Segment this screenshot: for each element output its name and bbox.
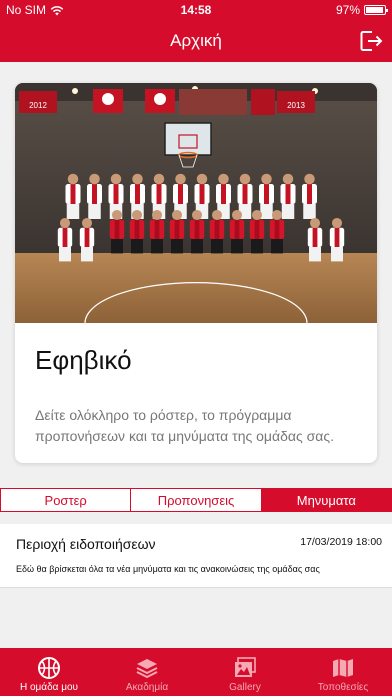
layers-icon [136, 659, 158, 679]
battery-fill [366, 7, 384, 13]
tab-gallery[interactable]: Gallery [196, 648, 294, 696]
map-icon [333, 659, 353, 677]
tab-academy[interactable]: Ακαδημία [98, 648, 196, 696]
message-row[interactable]: Περιοχή ειδοποιήσεων 17/03/2019 18:00 Εδ… [0, 524, 392, 588]
battery-percent: 97% [335, 3, 360, 17]
team-card[interactable]: 2012 2013 Εφηβικό Δείτε ολόκληρο το ρόστ… [15, 83, 377, 463]
navigation-bar: Αρχική [0, 20, 392, 62]
team-photo: 2012 2013 [15, 83, 377, 323]
message-title: Περιοχή ειδοποιήσεων [16, 536, 156, 552]
page-title: Αρχική [170, 31, 222, 50]
logout-button[interactable] [358, 28, 384, 54]
card-title: Εφηβικό [35, 345, 132, 375]
tab-label-my-team: Η ομάδα μου [19, 682, 79, 693]
status-bar: No SIM 14:58 97% [0, 0, 392, 20]
segment-roster[interactable]: Ροστερ [1, 489, 130, 511]
segment-control: Ροστερ Προπονησεις Μηνυματα [0, 488, 392, 512]
tab-bar: Η ομάδα μου Ακαδημία Gallery Τοποθεσίες [0, 648, 392, 696]
tab-label-gallery: Gallery [229, 682, 261, 693]
logout-icon [360, 31, 383, 51]
banner-year-1: 2012 [29, 101, 47, 110]
tab-label-academy: Ακαδημία [125, 682, 169, 693]
gallery-icon [235, 657, 256, 677]
segment-trainings[interactable]: Προπονησεις [130, 489, 260, 511]
battery-icon [364, 5, 388, 15]
card-description: Δείτε ολόκληρο το ρόστερ, το πρόγραμμα π… [35, 407, 334, 444]
status-time: 14:58 [180, 3, 212, 17]
basketball-icon [38, 657, 60, 679]
tab-label-locations: Τοποθεσίες [317, 682, 369, 693]
segment-messages[interactable]: Μηνυματα [260, 489, 391, 511]
tab-locations[interactable]: Τοποθεσίες [294, 648, 392, 696]
status-right: 97% [335, 3, 388, 17]
banner-year-2: 2013 [287, 101, 305, 110]
message-body: Εδώ θα βρίσκεται όλα τα νέα μηνύματα και… [16, 564, 320, 574]
tab-my-team[interactable]: Η ομάδα μου [0, 648, 98, 696]
message-date: 17/03/2019 18:00 [300, 536, 382, 548]
